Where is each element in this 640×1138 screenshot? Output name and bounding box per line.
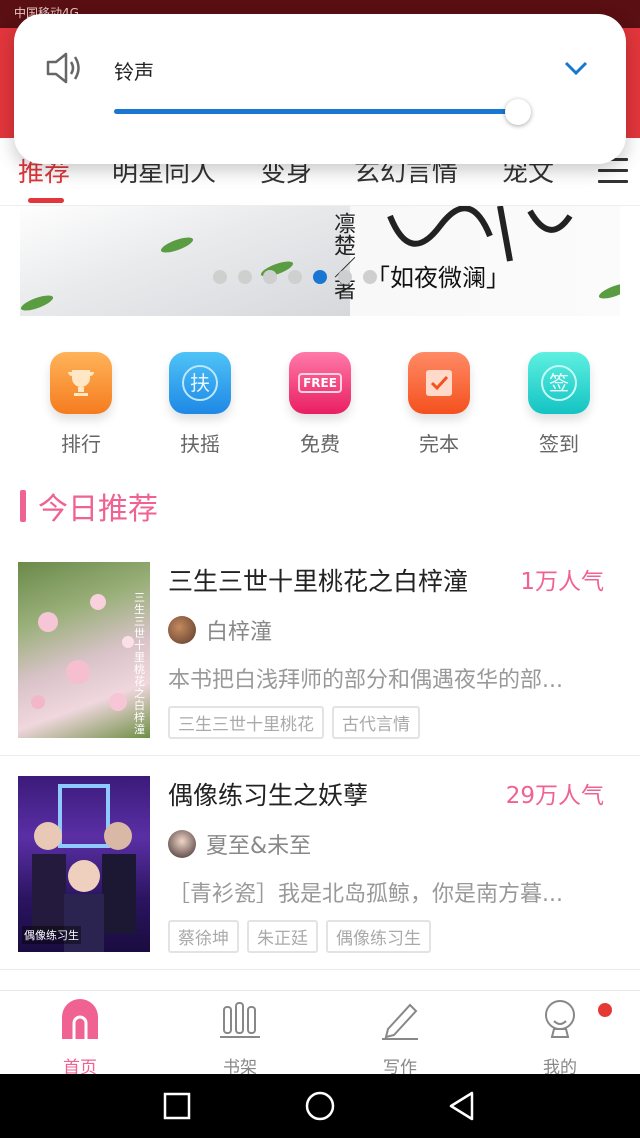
quick-nav-label: 签到 — [539, 432, 579, 456]
book-tag[interactable]: 朱正廷 — [247, 920, 318, 953]
pagination-dot[interactable] — [288, 270, 302, 284]
cover-title: 三生三世十里桃花之白梓潼 — [134, 591, 145, 736]
notification-badge — [598, 1003, 612, 1017]
volume-panel: 铃声 — [14, 14, 626, 164]
quick-nav-checkin[interactable]: 签 签到 — [519, 352, 599, 457]
fuyao-icon: 扶 — [169, 352, 231, 414]
book-author[interactable]: 夏至&未至 — [168, 828, 311, 860]
speaker-icon[interactable] — [44, 50, 84, 86]
checkin-icon: 签 — [528, 352, 590, 414]
volume-slider-thumb[interactable] — [505, 99, 531, 125]
avatar — [168, 616, 196, 644]
nav-bookshelf[interactable]: 书架 — [200, 997, 280, 1078]
quick-nav-label: 排行 — [61, 432, 101, 456]
volume-stream-label: 铃声 — [114, 60, 154, 84]
recents-icon[interactable] — [161, 1090, 193, 1122]
quick-nav-label: 免费 — [300, 432, 340, 456]
pagination-dot[interactable] — [263, 270, 277, 284]
nav-home[interactable]: 首页 — [40, 997, 120, 1078]
bookshelf-icon — [220, 1002, 260, 1038]
section-title: 今日推荐 — [38, 492, 158, 527]
nav-profile[interactable]: 我的 — [520, 997, 600, 1078]
banner-author: 凛楚／著 — [330, 212, 355, 300]
book-title: 偶像练习生之妖孽 — [168, 781, 369, 810]
book-list-item[interactable]: 三生三世十里桃花之白梓潼 三生三世十里桃花之白梓潼 1万人气 白梓潼 本书把白浅… — [0, 542, 640, 756]
quick-nav-free[interactable]: FREE 免费 — [280, 352, 360, 457]
book-cover: 偶像练习生 — [18, 776, 150, 952]
nav-write[interactable]: 写作 — [360, 997, 440, 1078]
book-tags: 三生三世十里桃花 古代言情 — [168, 706, 428, 739]
book-tag[interactable]: 蔡徐坤 — [168, 920, 239, 953]
quick-nav-ranking[interactable]: 排行 — [41, 352, 121, 457]
bottom-navigation: 首页 书架 写作 我的 — [0, 990, 640, 1078]
home-circle-icon[interactable] — [304, 1090, 336, 1122]
pagination-dot[interactable] — [213, 270, 227, 284]
quick-nav-complete[interactable]: 完本 — [399, 352, 479, 457]
banner-artwork — [20, 206, 350, 316]
book-popularity: 1万人气 — [520, 569, 604, 595]
book-tags: 蔡徐坤 朱正廷 偶像练习生 — [168, 920, 439, 953]
book-description: 本书把白浅拜师的部分和偶遇夜华的部... — [168, 668, 563, 693]
trophy-icon — [50, 352, 112, 414]
chevron-down-icon[interactable] — [562, 54, 590, 82]
free-icon: FREE — [289, 352, 351, 414]
pagination-dot-active[interactable] — [313, 270, 327, 284]
system-navigation-bar — [0, 1074, 640, 1138]
avatar — [168, 830, 196, 858]
pagination-dot[interactable] — [238, 270, 252, 284]
section-header: 今日推荐 — [20, 486, 158, 527]
quick-nav-fuyao[interactable]: 扶 扶摇 — [160, 352, 240, 457]
profile-icon — [545, 1000, 575, 1038]
home-icon — [62, 999, 98, 1039]
book-tag[interactable]: 偶像练习生 — [326, 920, 431, 953]
pagination-dot[interactable] — [363, 270, 377, 284]
book-tag[interactable]: 古代言情 — [332, 706, 420, 739]
book-popularity: 29万人气 — [505, 783, 604, 809]
book-author[interactable]: 白梓潼 — [168, 614, 272, 646]
volume-slider[interactable] — [114, 99, 531, 125]
pagination-dot[interactable] — [338, 270, 352, 284]
banner-calligraphy — [387, 206, 573, 262]
promo-banner[interactable]: 凛楚／著 「如夜微澜」 — [20, 206, 620, 316]
cover-title: 偶像练习生 — [22, 926, 81, 944]
book-title: 三生三世十里桃花之白梓潼 — [168, 567, 469, 596]
section-accent-bar — [20, 490, 26, 522]
banner-title: 「如夜微澜」 — [366, 264, 510, 292]
book-description: ［青衫瓷］我是北岛孤鲸，你是南方暮... — [168, 882, 563, 907]
author-name: 白梓潼 — [206, 620, 273, 645]
quick-nav-label: 完本 — [419, 432, 459, 456]
volume-slider-fill — [114, 109, 518, 114]
quick-nav-label: 扶摇 — [180, 432, 220, 456]
book-cover: 三生三世十里桃花之白梓潼 — [18, 562, 150, 738]
book-tag[interactable]: 三生三世十里桃花 — [168, 706, 324, 739]
complete-icon — [408, 352, 470, 414]
leaf-decoration — [597, 280, 620, 302]
back-triangle-icon[interactable] — [446, 1090, 478, 1122]
book-list-item[interactable]: 偶像练习生 偶像练习生之妖孽 29万人气 夏至&未至 ［青衫瓷］我是北岛孤鲸，你… — [0, 756, 640, 970]
active-tab-indicator — [28, 198, 64, 203]
pencil-icon — [382, 1003, 418, 1040]
author-name: 夏至&未至 — [206, 834, 312, 859]
